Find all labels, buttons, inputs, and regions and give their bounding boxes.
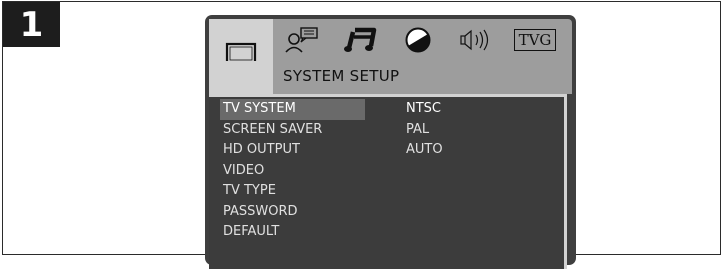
tvg-label: TVG [513, 29, 557, 51]
tab-tvg[interactable]: TVG [508, 19, 562, 61]
speech-person-icon [283, 26, 319, 54]
setup-menu-screen: TVG SYSTEM SETUP TV SYSTEM SCREEN SAVER HD… [205, 15, 576, 269]
option-list: NTSC PAL AUTO [406, 99, 443, 161]
menu-item[interactable]: HD OUTPUT [220, 140, 360, 161]
menu-item[interactable]: TV TYPE [220, 181, 360, 202]
menu-item[interactable]: PASSWORD [220, 202, 360, 223]
picture-circle-icon [404, 26, 432, 54]
option-item[interactable]: AUTO [406, 140, 443, 161]
option-item[interactable]: PAL [406, 120, 443, 141]
tab-bar: TVG [209, 19, 572, 95]
setup-menu-list: TV SYSTEM SCREEN SAVER HD OUTPUT VIDEO TV TY… [220, 99, 365, 243]
option-item[interactable]: NTSC [406, 99, 443, 120]
speaker-icon [458, 28, 496, 52]
step-number-badge: 1 [3, 2, 60, 47]
menu-item[interactable]: DEFAULT [220, 222, 360, 243]
menu-item[interactable]: TV SYSTEM [220, 99, 365, 120]
tab-video[interactable] [398, 19, 438, 61]
menu-item[interactable]: VIDEO [220, 161, 360, 182]
music-note-icon [343, 26, 377, 54]
tab-speaker[interactable] [455, 19, 499, 61]
tab-language[interactable] [281, 19, 321, 61]
tab-audio[interactable] [340, 19, 380, 61]
page-title: SYSTEM SETUP [283, 67, 400, 85]
active-tab-extension [209, 61, 273, 94]
step-number: 1 [19, 4, 44, 45]
menu-item[interactable]: SCREEN SAVER [220, 120, 360, 141]
